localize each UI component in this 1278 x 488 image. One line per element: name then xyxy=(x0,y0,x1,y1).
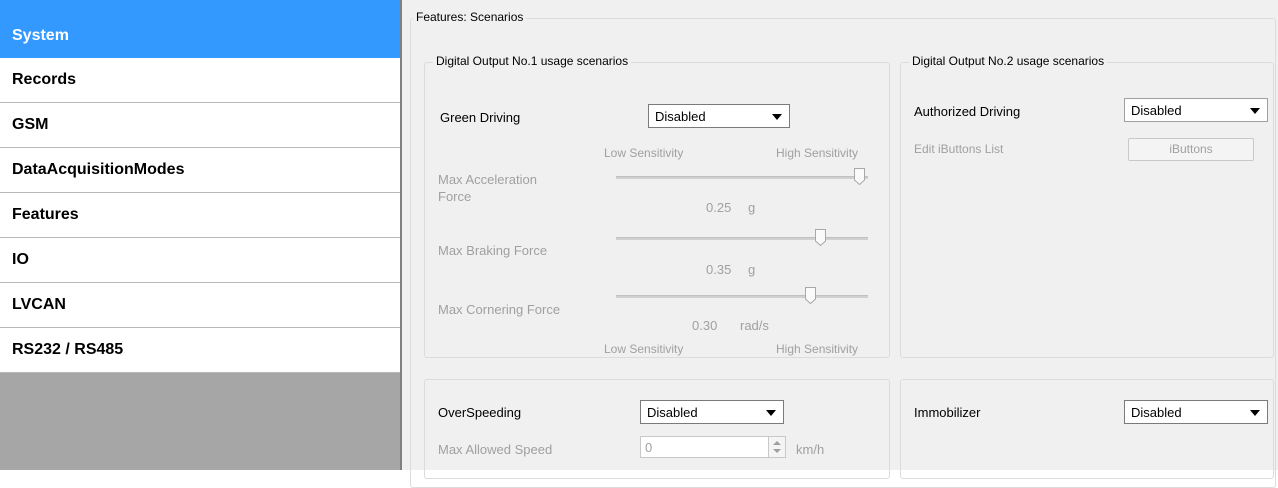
max-allowed-speed-label: Max Allowed Speed xyxy=(438,442,553,457)
do1-legend: Digital Output No.1 usage scenarios xyxy=(433,54,632,68)
authorized-driving-select[interactable]: Disabled xyxy=(1124,98,1268,122)
authorized-driving-select-value: Disabled xyxy=(1131,103,1182,118)
features-scenarios-title: Features: Scenarios xyxy=(413,10,527,24)
braking-slider-thumb[interactable] xyxy=(815,229,826,246)
speed-unit: km/h xyxy=(796,442,825,457)
sidebar-item-rs232-rs485[interactable]: RS232 / RS485 xyxy=(0,328,402,373)
max-cornering-label: Max Cornering Force xyxy=(438,302,561,317)
sidebar-item-dataacquisitionmodes[interactable]: DataAcquisitionModes xyxy=(0,148,402,193)
sidebar-nav: System Records GSM DataAcquisitionModes … xyxy=(0,0,402,470)
acceleration-value: 0.25 xyxy=(706,200,732,215)
ibuttons-button[interactable]: iButtons xyxy=(1128,138,1254,161)
arrow-down-icon[interactable] xyxy=(773,449,781,453)
high-sensitivity-bottom-label: High Sensitivity xyxy=(776,342,859,356)
max-acceleration-label-line1: Max Acceleration xyxy=(438,172,537,187)
cornering-value: 0.30 xyxy=(692,318,718,333)
do2-legend: Digital Output No.2 usage scenarios xyxy=(909,54,1108,68)
cornering-slider-thumb[interactable] xyxy=(805,287,816,304)
authorized-driving-label: Authorized Driving xyxy=(914,104,1021,119)
acceleration-unit: g xyxy=(748,200,756,215)
cornering-unit: rad/s xyxy=(740,318,769,333)
green-driving-select-value: Disabled xyxy=(655,109,706,124)
overspeeding-select-value: Disabled xyxy=(647,405,698,420)
edit-ibuttons-label: Edit iButtons List xyxy=(914,142,1004,156)
chevron-down-icon xyxy=(1250,108,1260,114)
chevron-down-icon xyxy=(766,410,776,416)
immobilizer-group xyxy=(900,379,1274,479)
overspeeding-group xyxy=(424,379,890,479)
sidebar-item-io[interactable]: IO xyxy=(0,238,402,283)
sidebar-item-features[interactable]: Features xyxy=(0,193,402,238)
low-sensitivity-label: Low Sensitivity xyxy=(604,146,684,160)
overspeeding-select[interactable]: Disabled xyxy=(640,400,784,424)
braking-unit: g xyxy=(748,262,756,277)
max-braking-label: Max Braking Force xyxy=(438,243,548,258)
green-driving-label: Green Driving xyxy=(440,110,521,125)
sidebar-item-lvcan[interactable]: LVCAN xyxy=(0,283,402,328)
braking-value: 0.35 xyxy=(706,262,732,277)
immobilizer-label: Immobilizer xyxy=(914,405,981,420)
green-driving-select[interactable]: Disabled xyxy=(648,104,790,128)
sidebar-item-records[interactable]: Records xyxy=(0,58,402,103)
main-panel: Features: Scenarios Digital Output No.1 … xyxy=(402,0,1278,488)
arrow-up-icon[interactable] xyxy=(773,441,781,445)
chevron-down-icon xyxy=(1250,410,1260,416)
high-sensitivity-label: High Sensitivity xyxy=(776,146,859,160)
immobilizer-select[interactable]: Disabled xyxy=(1124,400,1268,424)
acceleration-slider-thumb[interactable] xyxy=(854,168,865,185)
max-acceleration-label-line2: Force xyxy=(438,189,472,204)
cornering-slider-track[interactable] xyxy=(616,295,868,298)
max-allowed-speed-value: 0 xyxy=(645,440,653,455)
low-sensitivity-bottom-label: Low Sensitivity xyxy=(604,342,684,356)
chevron-down-icon xyxy=(772,114,782,120)
sidebar-item-system[interactable]: System xyxy=(0,0,402,58)
sidebar-item-gsm[interactable]: GSM xyxy=(0,103,402,148)
braking-slider-track[interactable] xyxy=(616,237,868,240)
stepper-buttons[interactable] xyxy=(768,437,785,457)
max-allowed-speed-stepper[interactable]: 0 xyxy=(640,436,786,458)
immobilizer-select-value: Disabled xyxy=(1131,405,1182,420)
overspeeding-label: OverSpeeding xyxy=(438,405,522,420)
acceleration-slider-track[interactable] xyxy=(616,176,868,179)
